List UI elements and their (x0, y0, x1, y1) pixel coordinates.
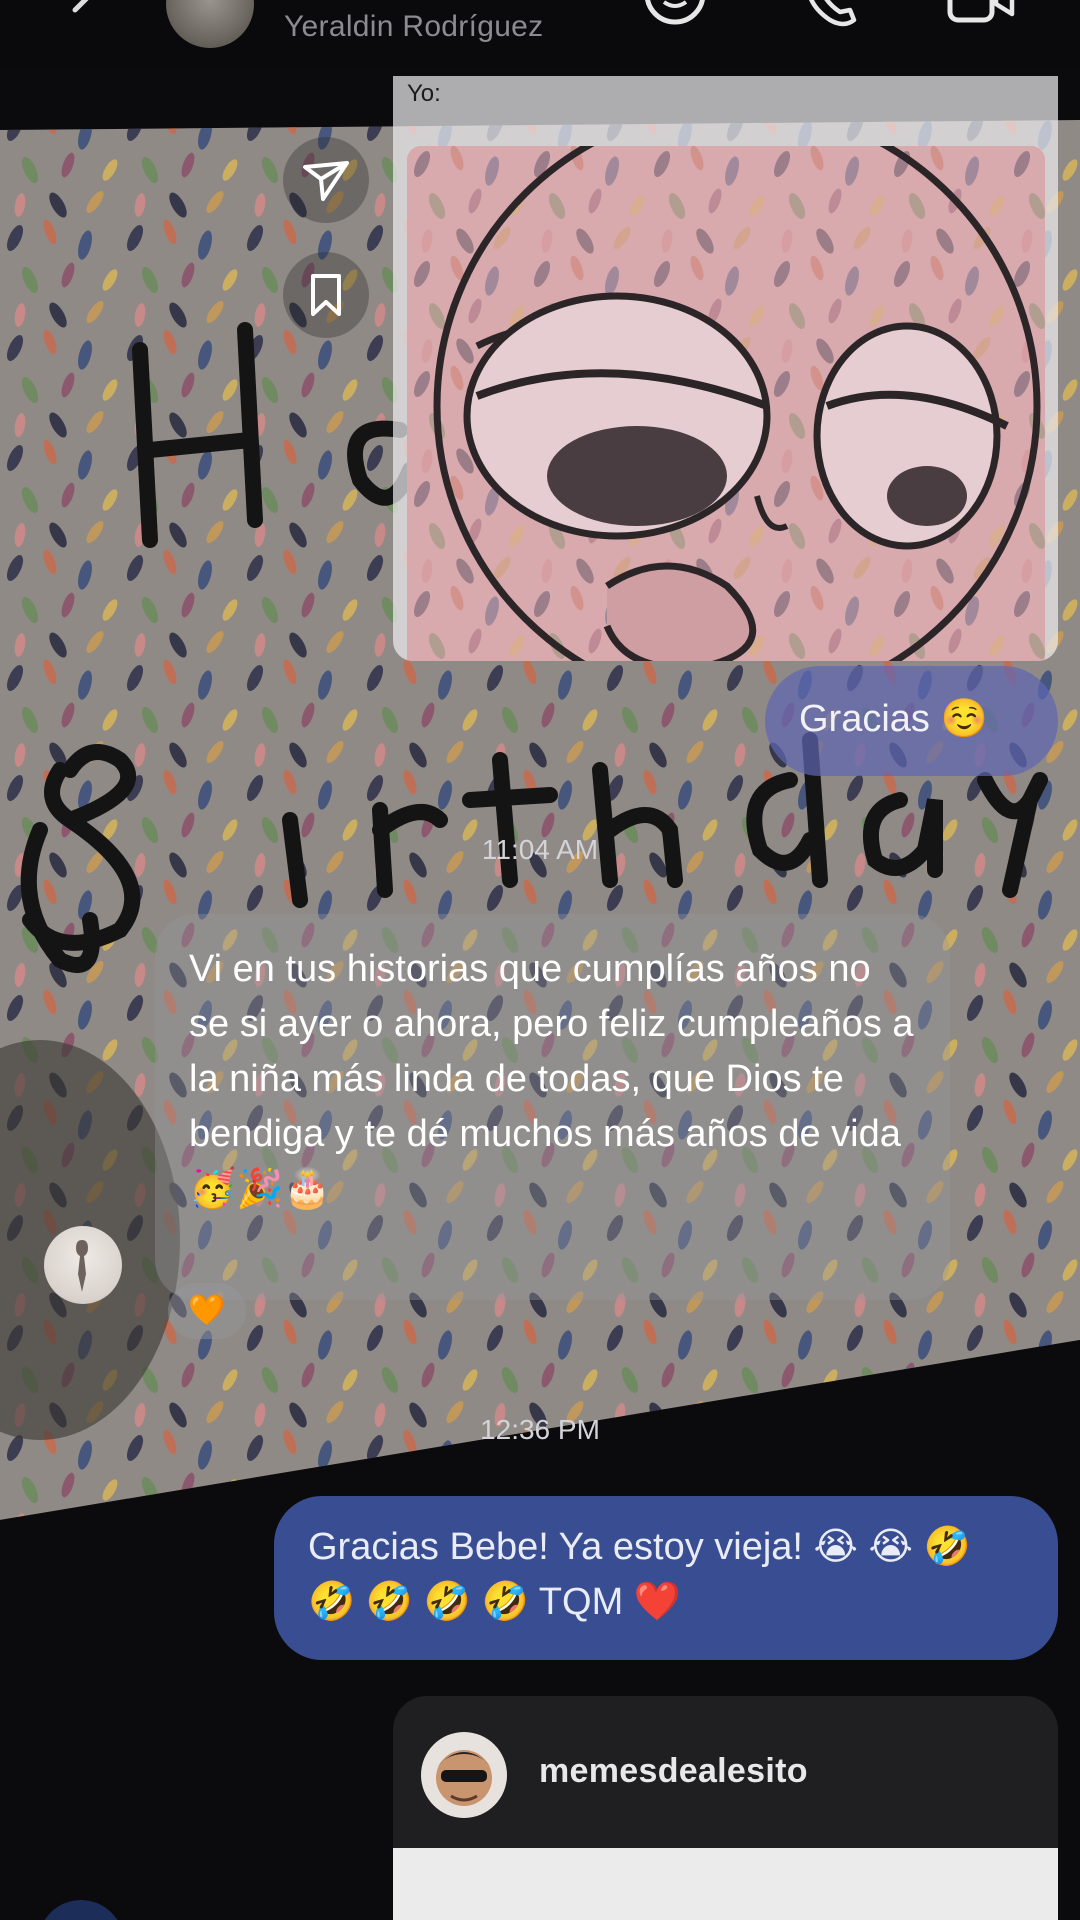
sender-avatar-image (76, 1240, 88, 1292)
post-username[interactable]: memesdealesito (539, 1752, 808, 1791)
share-icon (303, 161, 349, 201)
story-image[interactable] (407, 146, 1045, 661)
received-message-bubble[interactable]: Vi en tus historias que cumplías años no… (155, 914, 950, 1300)
heart-reaction[interactable]: 🧡 (168, 1283, 246, 1339)
phone-call-icon[interactable] (800, 0, 860, 30)
shared-post-card[interactable]: memesdealesito (393, 1696, 1058, 1920)
post-author-avatar[interactable] (421, 1732, 507, 1818)
memoji-avatar-icon (436, 1750, 492, 1806)
chat-header: Yeraldin Rodríguez (0, 0, 1080, 70)
sender-avatar[interactable] (44, 1226, 122, 1304)
contact-username[interactable]: Yeraldin Rodríguez (284, 10, 543, 44)
sent-message-bubble[interactable]: Gracias Bebe! Ya estoy vieja! 😭 😭 🤣 🤣 🤣 … (274, 1496, 1058, 1660)
header-avatar[interactable] (166, 0, 254, 48)
sticker-icon[interactable] (640, 0, 710, 34)
reply-label: Yo: (407, 80, 441, 107)
sent-message-bubble[interactable]: Gracias ☺️ (765, 666, 1058, 776)
message-timestamp: 11:04 AM (481, 834, 599, 865)
save-button[interactable] (283, 252, 369, 338)
bookmark-icon (311, 274, 341, 316)
chat-screen: Yeraldin Rodríguez Yo: Gracias ☺️ 11:04 … (0, 0, 1080, 1920)
video-call-icon[interactable] (946, 0, 1016, 26)
replied-story-card[interactable]: Yo: (393, 76, 1058, 661)
message-timestamp: 12:36 PM (480, 1414, 600, 1445)
back-arrow-icon[interactable] (60, 0, 110, 30)
post-preview-image[interactable] (393, 1848, 1058, 1920)
share-button[interactable] (283, 137, 369, 223)
